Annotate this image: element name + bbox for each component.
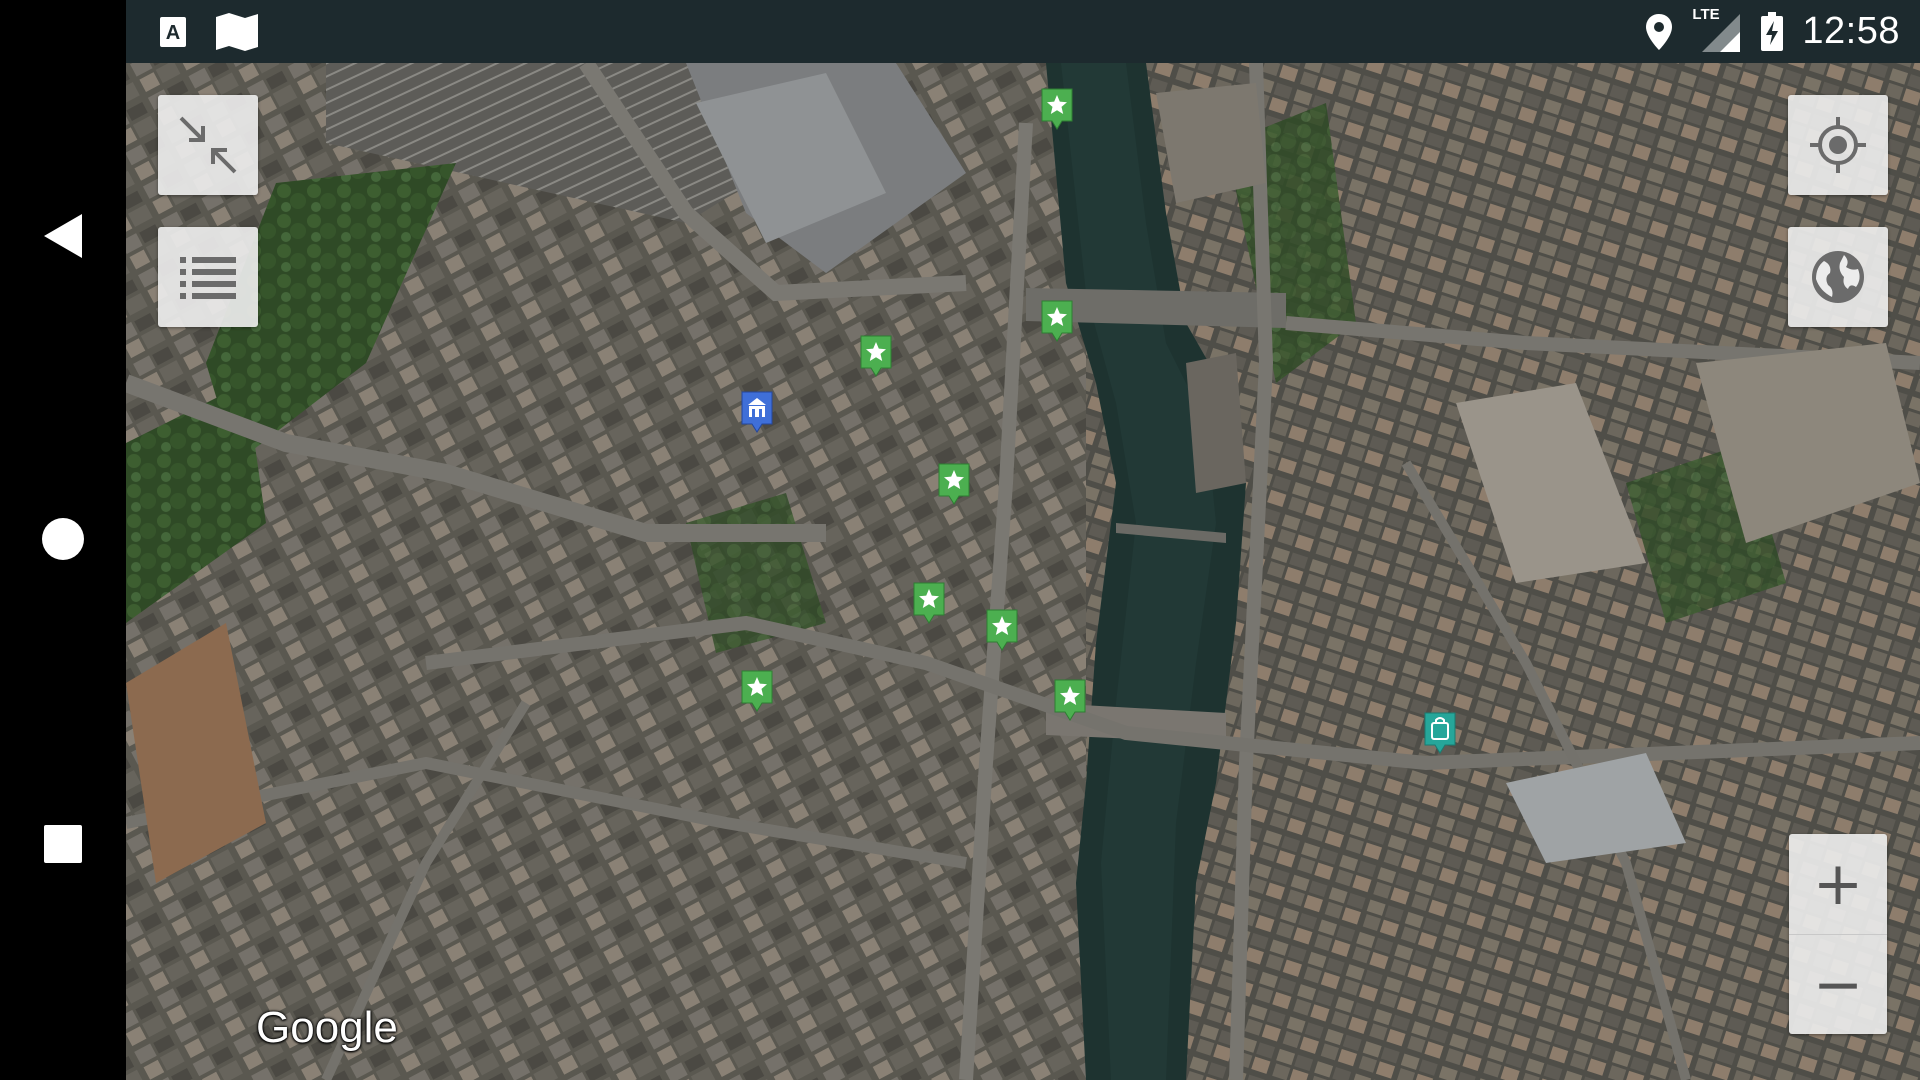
- recents-button[interactable]: [0, 784, 126, 904]
- favorite-marker[interactable]: [912, 581, 946, 625]
- zoom-out-button[interactable]: −: [1789, 934, 1887, 1035]
- network-type-label: LTE: [1692, 5, 1720, 23]
- location-icon: [1644, 12, 1674, 52]
- svg-text:A: A: [166, 22, 180, 44]
- zoom-controls: + −: [1789, 834, 1887, 1034]
- satellite-imagery: [126, 63, 1920, 1080]
- status-bar: A LTE 12:58: [126, 0, 1920, 63]
- map-view[interactable]: + − Google: [126, 63, 1920, 1080]
- globe-icon: [1812, 251, 1864, 303]
- signal-icon: LTE: [1692, 6, 1742, 54]
- shop-marker[interactable]: [1423, 711, 1457, 755]
- zoom-in-button[interactable]: +: [1789, 834, 1887, 934]
- favorite-marker[interactable]: [1040, 87, 1074, 131]
- navigation-bar: [0, 0, 126, 1080]
- favorite-marker[interactable]: [937, 462, 971, 506]
- back-icon: [44, 214, 82, 258]
- my-location-icon: [1810, 117, 1866, 173]
- home-icon: [42, 518, 84, 560]
- collapse-icon: [179, 116, 237, 174]
- map-icon: [214, 11, 260, 53]
- favorite-marker[interactable]: [985, 608, 1019, 652]
- minus-icon: −: [1812, 950, 1864, 1020]
- home-button[interactable]: [0, 479, 126, 599]
- battery-charging-icon: [1760, 11, 1784, 52]
- favorite-marker[interactable]: [859, 334, 893, 378]
- google-attribution: Google: [256, 1003, 398, 1052]
- favorite-marker[interactable]: [1053, 678, 1087, 722]
- recents-icon: [44, 825, 82, 863]
- collapse-button[interactable]: [158, 95, 258, 195]
- my-location-button[interactable]: [1788, 95, 1888, 195]
- map-type-button[interactable]: [1788, 227, 1888, 327]
- favorite-marker[interactable]: [1040, 299, 1074, 343]
- clock: 12:58: [1802, 10, 1900, 52]
- favorite-marker[interactable]: [740, 669, 774, 713]
- list-icon: [180, 257, 236, 299]
- place-marker[interactable]: [740, 390, 774, 434]
- back-button[interactable]: [0, 176, 126, 296]
- text-a-icon: A: [158, 15, 188, 49]
- list-button[interactable]: [158, 227, 258, 327]
- plus-icon: +: [1812, 849, 1864, 919]
